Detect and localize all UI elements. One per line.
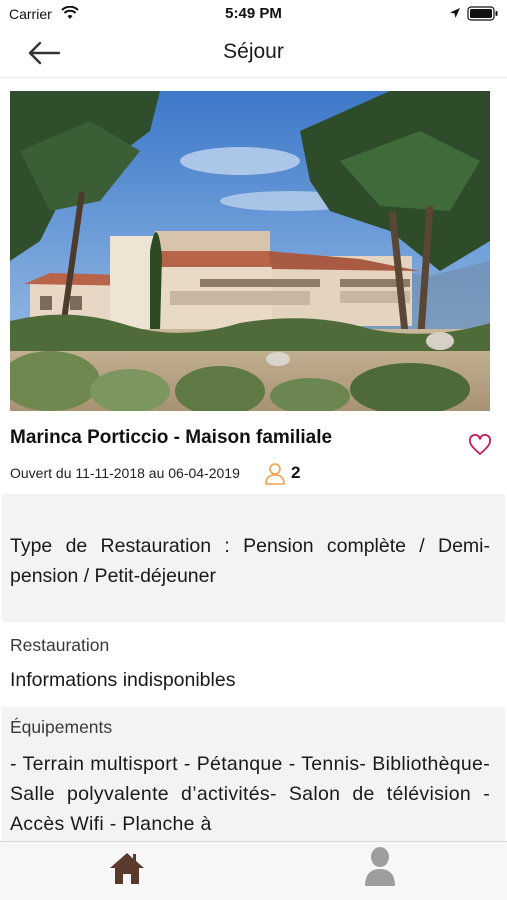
capacity-count: 2: [291, 463, 301, 482]
page-title: Séjour: [223, 40, 284, 63]
equipements-label: Équipements: [10, 717, 113, 737]
navigation-bar: Séjour: [0, 28, 507, 78]
restauration-type-text: Type de Restauration : Pension complète …: [10, 535, 490, 587]
listing-name: Marinca Porticcio - Maison familiale: [10, 427, 333, 448]
home-icon[interactable]: [108, 850, 146, 886]
battery-icon: [467, 6, 498, 21]
restauration-label: Restauration: [10, 635, 110, 655]
residence-photo: [10, 91, 490, 411]
heart-outline-icon[interactable]: [468, 434, 492, 456]
status-bar: Carrier 5:49 PM: [0, 0, 507, 28]
opening-dates: Ouvert du 11-11-2018 au 06-04-2019: [10, 465, 240, 481]
clock: 5:49 PM: [225, 5, 282, 22]
sejour-details: Marinca Porticcio - Maison familiale Ouv…: [0, 79, 507, 841]
location-arrow-icon: [450, 8, 460, 18]
user-icon[interactable]: [362, 846, 398, 888]
tab-bar: [0, 841, 507, 900]
equipements-text: - Terrain multisport - Pétanque - Tennis…: [10, 753, 490, 835]
restauration-value: Informations indisponibles: [10, 669, 236, 691]
restauration-type-section: Type de Restauration : Pension complète …: [2, 494, 505, 622]
person-icon: [265, 463, 285, 485]
restauration-section: Restauration Informations indisponibles: [2, 625, 505, 707]
equipements-section: Équipements - Terrain multisport - Pétan…: [2, 707, 505, 841]
